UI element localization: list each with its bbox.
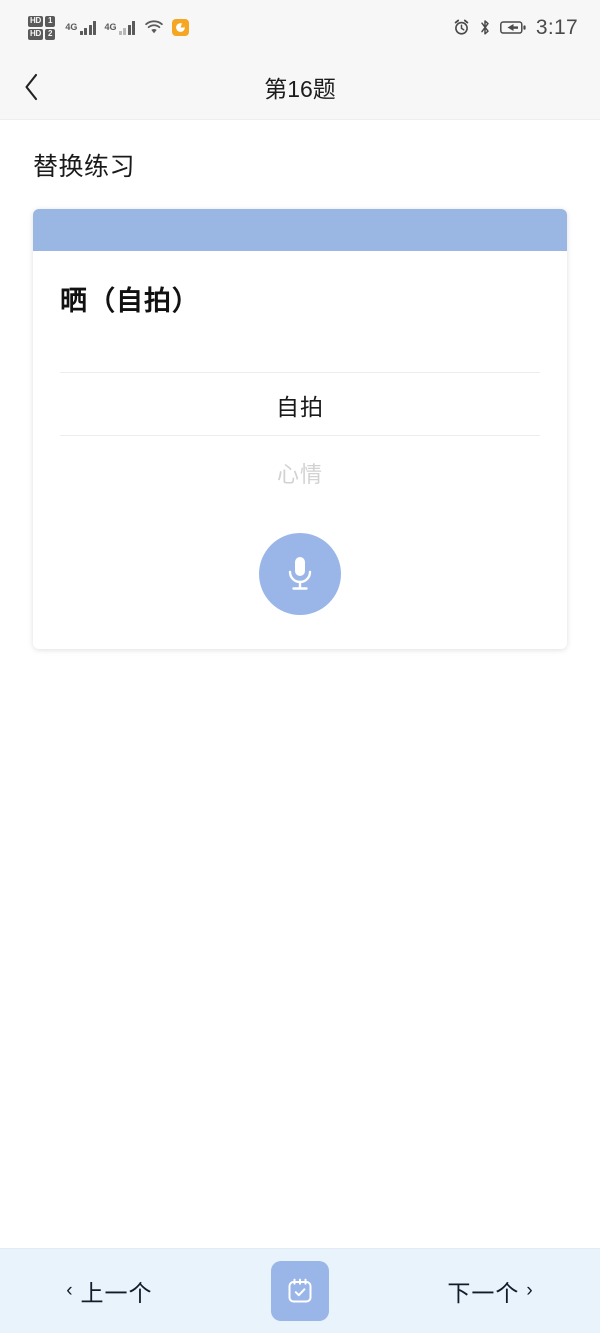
record-audio-button[interactable] bbox=[259, 533, 341, 615]
prompt-text: 晒（自拍） bbox=[60, 286, 200, 316]
answer-placeholder: 心情 bbox=[276, 462, 323, 487]
next-question-button[interactable]: 下一个 › bbox=[433, 1266, 547, 1316]
answer-value[interactable]: 自拍 bbox=[60, 372, 540, 436]
previous-question-button[interactable]: ‹ 上一个 bbox=[52, 1266, 166, 1316]
sim-number-2: 2 bbox=[44, 28, 56, 40]
hd-badge-sim1: HD bbox=[28, 15, 43, 27]
dual-sim-hd-indicator: HD 1 HD 2 bbox=[28, 15, 56, 40]
wifi-icon bbox=[144, 20, 164, 35]
previous-question-label: 上一个 bbox=[80, 1280, 153, 1306]
status-bar-clock: 3:17 bbox=[535, 15, 578, 39]
status-bar-left: HD 1 HD 2 4G 4G bbox=[28, 15, 190, 40]
chevron-left-small-icon: ‹ bbox=[66, 1280, 74, 1301]
sim-number-1: 1 bbox=[44, 15, 56, 27]
bluetooth-icon bbox=[479, 19, 491, 36]
sim2-row: HD 2 bbox=[28, 28, 56, 40]
chevron-right-small-icon: › bbox=[526, 1280, 534, 1301]
battery-charging-icon bbox=[499, 20, 527, 35]
clipboard-check-icon bbox=[285, 1276, 315, 1306]
section-title: 替换练习 bbox=[33, 153, 136, 181]
status-bar: HD 1 HD 2 4G 4G 3:17 bbox=[0, 0, 600, 55]
sim1-row: HD 1 bbox=[28, 15, 56, 27]
signal-bars-icon-1 bbox=[79, 20, 97, 35]
chevron-left-icon bbox=[23, 72, 40, 102]
page-title: 第16题 bbox=[264, 76, 336, 102]
mic-button-container bbox=[60, 533, 540, 615]
signal-bars-icon-2 bbox=[118, 20, 136, 35]
status-bar-right: 3:17 bbox=[453, 16, 578, 40]
navigation-header: 第16题 bbox=[0, 55, 600, 120]
main-content: 替换练习 晒（自拍） 自拍 心情 bbox=[0, 120, 600, 1248]
hd-badge-sim2: HD bbox=[28, 28, 43, 40]
orange-app-icon bbox=[172, 19, 190, 36]
network-type-label-1: 4G bbox=[65, 21, 78, 32]
signal-strength-sim1: 4G bbox=[65, 20, 97, 35]
question-list-button[interactable] bbox=[270, 1261, 329, 1321]
back-button[interactable] bbox=[0, 55, 62, 119]
signal-strength-sim2: 4G bbox=[104, 20, 136, 35]
network-type-label-2: 4G bbox=[104, 21, 117, 32]
answer-zone: 自拍 心情 bbox=[60, 372, 540, 489]
card-color-band bbox=[33, 209, 567, 251]
card-body: 晒（自拍） 自拍 心情 bbox=[33, 251, 567, 649]
alarm-icon bbox=[453, 19, 470, 36]
exercise-card: 晒（自拍） 自拍 心情 bbox=[33, 209, 567, 649]
bottom-navigation-bar: ‹ 上一个 下一个 › bbox=[0, 1248, 600, 1333]
next-question-label: 下一个 bbox=[447, 1280, 520, 1306]
microphone-icon bbox=[283, 552, 317, 596]
